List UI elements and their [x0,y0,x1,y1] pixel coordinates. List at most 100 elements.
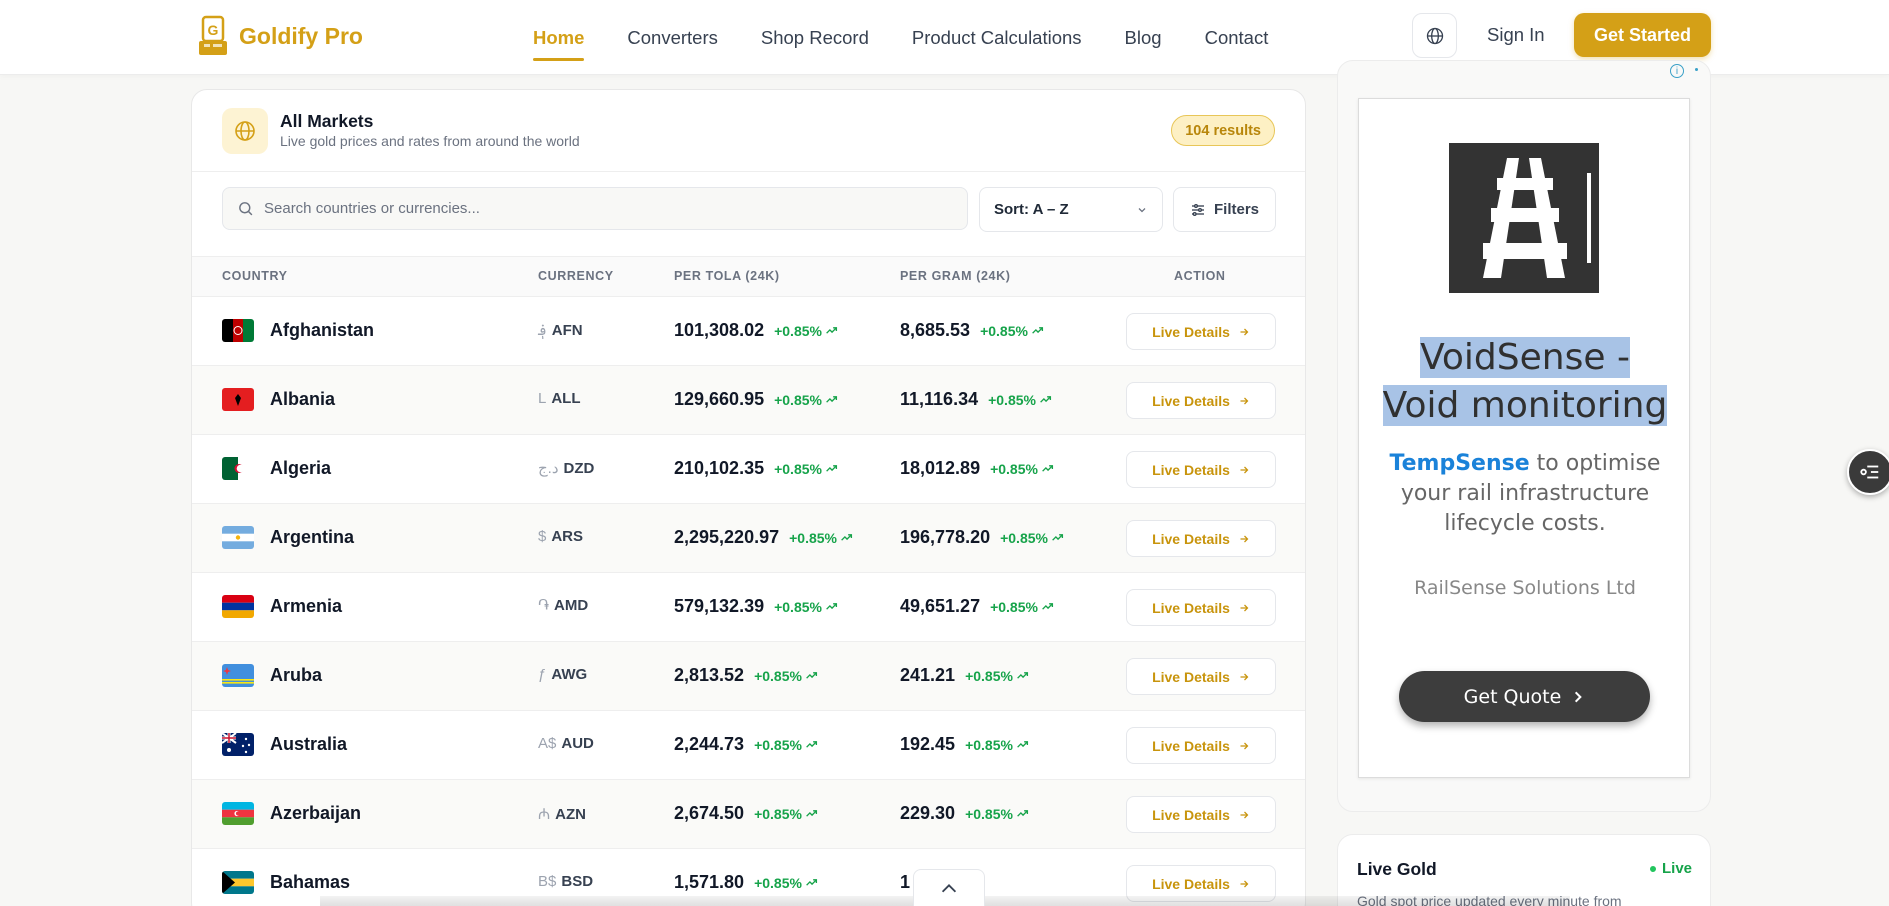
per-tola-change: +0.85% [774,461,838,477]
nav-home[interactable]: Home [533,27,585,61]
flag-icon [222,802,254,825]
per-gram-cell: 49,651.27 +0.85% [900,596,1054,617]
currency-cell: L ALL [538,390,581,407]
markets-subtitle: Live gold prices and rates from around t… [280,133,580,149]
table-row[interactable]: Algeria د.ج DZD 210,102.35 +0.85% 18,012.8… [192,435,1305,504]
currency-symbol: $ [538,528,547,545]
live-badge: Live [1650,860,1692,877]
get-started-button[interactable]: Get Started [1574,13,1711,57]
svg-text:G: G [208,22,219,38]
per-tola-cell: 210,102.35 +0.85% [674,458,838,479]
advertisement[interactable]: VoidSense - Void monitoring TempSense to… [1358,98,1690,778]
currency-code: AMD [554,597,589,614]
table-row[interactable]: Albania L ALL 129,660.95 +0.85% 11,116.34 +… [192,366,1305,435]
nav-blog[interactable]: Blog [1125,27,1162,49]
get-quote-button[interactable]: Get Quote [1399,671,1650,722]
live-details-button[interactable]: Live Details [1126,451,1276,488]
table-row[interactable]: Armenia ֏ AMD 579,132.39 +0.85% 49,651.27 +… [192,573,1305,642]
nav-product-calculations[interactable]: Product Calculations [912,27,1082,49]
per-gram-change: +0.85% [965,737,1029,753]
globe-icon [1426,27,1443,44]
arrow-right-icon [1240,535,1249,542]
per-gram-change: +0.85% [1000,530,1064,546]
table-row[interactable]: Australia A$ AUD 2,244.73 +0.85% 192.45 +0.… [192,711,1305,780]
brand-name: Goldify Pro [239,22,363,49]
per-tola-cell: 2,295,220.97 +0.85% [674,527,853,548]
search-box[interactable] [222,187,968,230]
arrow-right-icon [1240,397,1249,404]
currency-cell: ֏ AMD [538,597,588,614]
currency-cell: $ ARS [538,528,583,545]
currency-symbol: د.ج [538,460,559,477]
nav-contact[interactable]: Contact [1205,27,1269,49]
live-details-button[interactable]: Live Details [1126,520,1276,557]
live-details-button[interactable]: Live Details [1126,796,1276,833]
col-action: ACTION [1174,269,1226,283]
col-currency[interactable]: CURRENCY [538,269,614,283]
gold-bar-logo-icon: G [197,15,229,57]
per-gram-change: +0.85% [980,323,1044,339]
language-button[interactable] [1412,13,1457,58]
live-details-button[interactable]: Live Details [1126,382,1276,419]
per-tola-value: 129,660.95 [674,389,765,409]
per-tola-cell: 101,308.02 +0.85% [674,320,838,341]
currency-symbol: B$ [538,873,557,890]
nav-converters[interactable]: Converters [627,27,717,49]
table-row[interactable]: Afghanistan ؋ AFN 101,308.02 +0.85% 8,685.… [192,297,1305,366]
sliders-icon [1191,203,1204,216]
ad-brand: TempSense [1389,451,1530,476]
per-tola-change: +0.85% [754,737,818,753]
table-header: COUNTRY CURRENCY PER TOLA (24K) PER GRAM… [192,257,1305,297]
per-gram-cell: 241.21 +0.85% [900,665,1029,686]
per-tola-change: +0.85% [774,392,838,408]
sign-in-link[interactable]: Sign In [1487,24,1545,46]
flag-icon [222,595,254,618]
per-gram-cell: 8,685.53 +0.85% [900,320,1044,341]
per-gram-change: +0.85% [988,392,1052,408]
chevron-down-icon [1138,207,1146,212]
per-tola-change: +0.85% [754,875,818,891]
main-nav: Home Converters Shop Record Product Calc… [533,0,1268,75]
currency-code: ALL [551,390,581,407]
per-tola-change: +0.85% [774,599,838,615]
search-icon [239,202,253,216]
currency-symbol: A$ [538,735,557,752]
per-tola-cell: 129,660.95 +0.85% [674,389,838,410]
sort-label: Sort: A – Z [994,201,1069,218]
col-per-tola[interactable]: PER TOLA (24K) [674,269,780,283]
per-gram-cell: 192.45 +0.85% [900,734,1029,755]
brand-logo[interactable]: G Goldify Pro [197,15,363,57]
per-gram-value: 196,778.20 [900,527,991,547]
scroll-to-top-button[interactable] [913,869,985,906]
currency-symbol: ₼ [538,806,551,823]
country-name: Argentina [270,527,355,547]
live-details-button[interactable]: Live Details [1126,313,1276,350]
floating-menu-button[interactable] [1847,449,1889,495]
filters-button[interactable]: Filters [1173,187,1276,232]
col-per-gram[interactable]: PER GRAM (24K) [900,269,1011,283]
filters-label: Filters [1213,201,1259,218]
col-country[interactable]: COUNTRY [222,269,288,283]
sort-select[interactable]: Sort: A – Z [979,187,1163,232]
live-details-button[interactable]: Live Details [1126,658,1276,695]
per-tola-change: +0.85% [789,530,853,546]
per-gram-change: +0.85% [965,806,1029,822]
table-row[interactable]: Azerbaijan ₼ AZN 2,674.50 +0.85% 229.30 +0.… [192,780,1305,849]
currency-cell: ؋ AFN [538,321,583,339]
per-gram-value: 8,685.53 [900,320,971,340]
nav-shop-record[interactable]: Shop Record [761,27,869,49]
ad-menu-icon[interactable] [1695,68,1698,71]
search-input[interactable] [264,200,944,217]
flag-icon [222,871,254,894]
flag-icon [222,388,254,411]
arrow-right-icon [1240,328,1249,335]
currency-code: AUD [561,735,594,752]
ad-info-icon[interactable]: i [1670,64,1684,78]
live-details-button[interactable]: Live Details [1126,727,1276,764]
live-details-button[interactable]: Live Details [1126,589,1276,626]
table-row[interactable]: Argentina $ ARS 2,295,220.97 +0.85% 196,77… [192,504,1305,573]
table-row[interactable]: Aruba ƒ AWG 2,813.52 +0.85% 241.21 +0.85% L… [192,642,1305,711]
country-name: Albania [270,389,336,409]
flag-icon [222,319,254,342]
chevron-up-icon [941,884,957,893]
